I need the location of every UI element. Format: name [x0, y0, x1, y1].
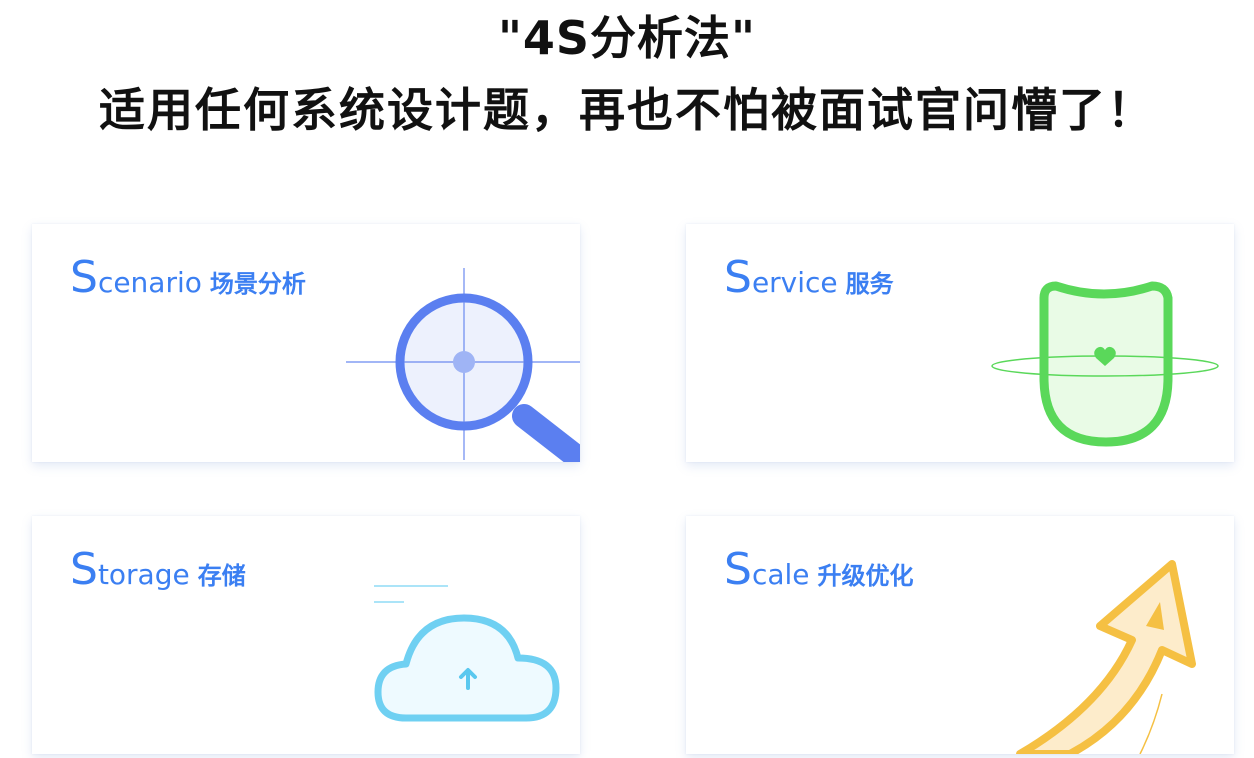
- card-title-zh: 升级优化: [817, 562, 914, 590]
- card-service: Service 服务: [686, 224, 1234, 462]
- shield-heart-icon: [991, 281, 1219, 447]
- page-subtitle: 适用任何系统设计题，再也不怕被面试官问懵了！: [99, 83, 1155, 137]
- card-title-word: cenario: [97, 266, 202, 299]
- card-title-zh: 存储: [197, 562, 246, 590]
- card-title-initial: S: [724, 544, 752, 595]
- card-title-initial: S: [724, 252, 752, 303]
- card-scale: Scale 升级优化: [686, 516, 1234, 754]
- card-storage: Storage 存储: [32, 516, 580, 754]
- card-title-zh: 服务: [845, 270, 894, 298]
- card-title-word: ervice: [751, 266, 838, 299]
- card-title: Scenario 场景分析: [70, 252, 306, 303]
- page-title: "4S分析法": [497, 11, 757, 65]
- card-title-word: torage: [97, 558, 190, 591]
- card-title: Storage 存储: [70, 544, 246, 595]
- card-title: Scale 升级优化: [724, 544, 914, 595]
- card-title-word: cale: [751, 558, 810, 591]
- card-title: Service 服务: [724, 252, 894, 303]
- magnifier-icon: [346, 268, 580, 462]
- arrow-up-icon: [1016, 560, 1196, 754]
- card-title-initial: S: [70, 252, 98, 303]
- cloud-upload-icon: [374, 585, 560, 722]
- card-title-zh: 场景分析: [209, 270, 306, 298]
- card-title-initial: S: [70, 544, 98, 595]
- card-scenario: Scenario 场景分析: [32, 224, 580, 462]
